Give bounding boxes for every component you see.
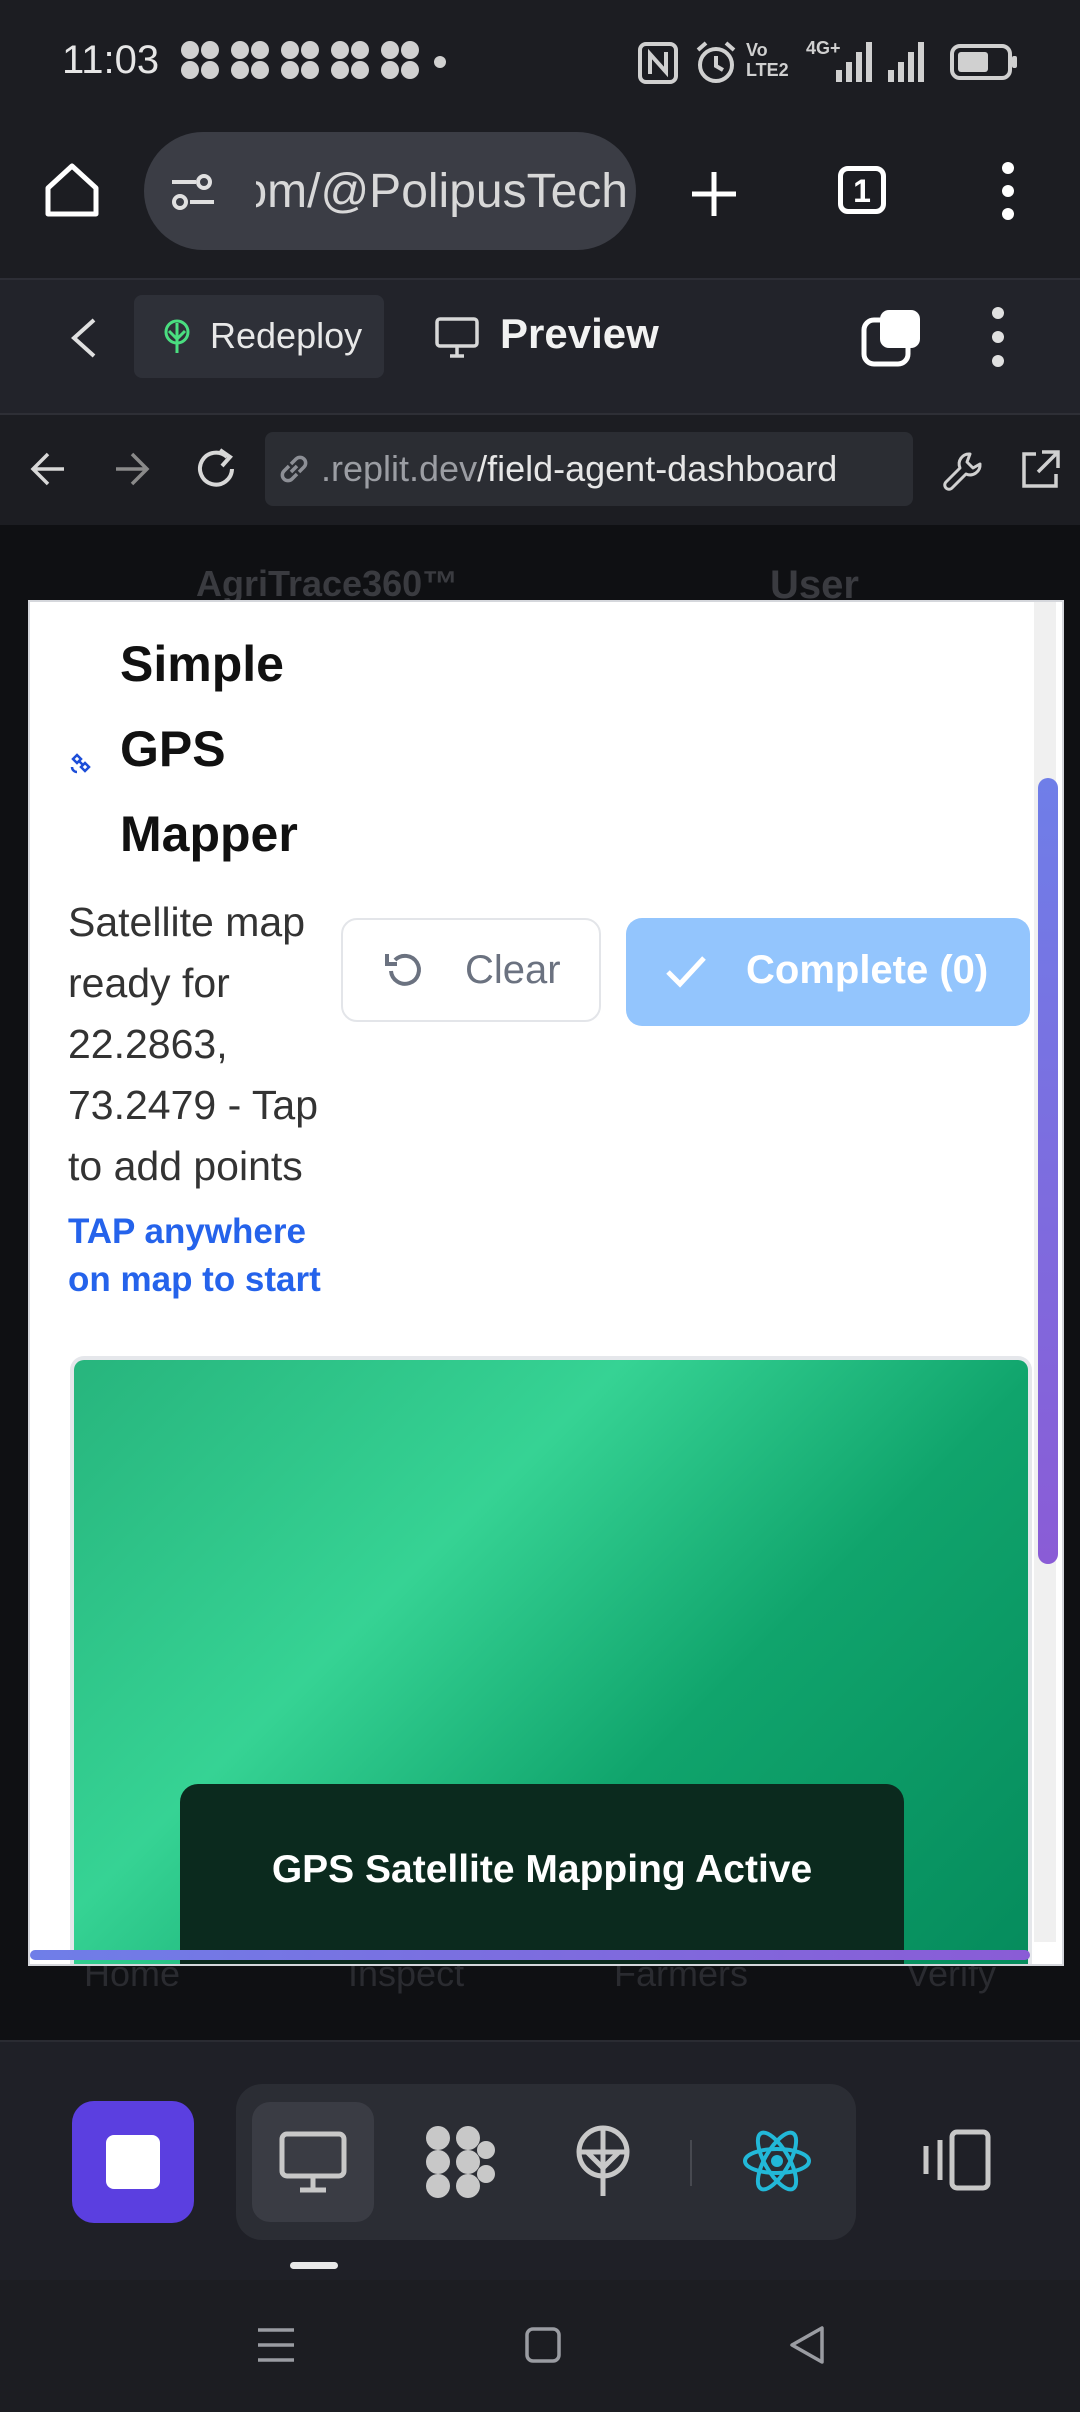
grid-app-icon [281,41,319,79]
site-settings-icon[interactable] [168,172,218,212]
browser-url-text[interactable]: om/@PolipusTech [256,164,628,219]
tap-hint: TAP anywhere on map to start [68,1208,321,1304]
mapper-status-text: Satellite map ready for 22.2863, 73.2479… [68,892,318,1197]
preview-tab[interactable]: Preview [500,310,659,358]
layout-icon[interactable] [918,2128,994,2192]
nfc-icon [638,42,678,84]
complete-button[interactable]: Complete (0) [626,918,1030,1026]
complete-label: Complete (0) [746,948,989,992]
status-app-icons [181,41,419,79]
reset-icon [385,953,421,986]
battery-icon [950,44,1017,80]
satellite-map[interactable]: GPS Satellite Mapping Active [70,1356,1032,1964]
clear-label: Clear [465,948,561,992]
dot-icon [434,56,446,68]
deploy-icon[interactable] [572,2124,634,2200]
deploy-tree-icon [164,319,190,353]
open-external-icon[interactable] [1018,448,1062,492]
redeploy-button[interactable]: Redeploy [134,295,384,378]
title-line: Mapper [120,806,298,862]
grid-app-icon [231,41,269,79]
grid-app-icon [331,41,369,79]
webview-tool-selected[interactable] [252,2102,374,2222]
tabs-stack-icon[interactable] [860,306,924,368]
webview-url[interactable]: .replit.dev/field-agent-dashboard [321,448,837,490]
menu-icon[interactable] [256,2326,296,2364]
tap-hint-line: on map to start [68,1260,321,1299]
monitor-icon [279,2131,347,2193]
preview-monitor-icon [435,317,479,358]
devtools-wrench-icon[interactable] [940,448,986,494]
home-icon[interactable] [42,160,102,220]
browser-menu-icon[interactable] [996,160,1020,222]
status-time: 11:03 [62,38,160,82]
reload-icon[interactable] [194,446,240,492]
link-icon [280,455,308,483]
toolbar-divider [690,2140,692,2186]
url-domain: .replit.dev [321,448,478,489]
shapes-icon[interactable] [420,2124,496,2200]
volte-icon: Vo LTE2 [746,40,789,80]
back-chevron-icon[interactable] [66,316,102,360]
status-line: Satellite map [68,899,306,945]
url-path: /field-agent-dashboard [477,448,838,489]
status-line: 22.2863, [68,1021,228,1067]
home-square-icon[interactable] [524,2326,562,2364]
modal-title: Simple GPS Mapper [120,622,298,877]
back-triangle-icon[interactable] [786,2324,826,2366]
react-icon[interactable] [742,2128,812,2194]
status-line: ready for [68,960,230,1006]
title-line: Simple [120,636,284,692]
clear-button[interactable]: Clear [341,918,601,1022]
redeploy-label: Redeploy [210,315,363,356]
modal-horizontal-scrollbar[interactable] [30,1950,1030,1960]
toolbar-indicator [290,2262,338,2269]
status-bar: 11:03 Vo LTE2 4G+ [0,0,1080,125]
replit-menu-icon[interactable] [988,306,1008,368]
gps-mapper-modal: Simple GPS Mapper Satellite map ready fo… [28,600,1064,1966]
nav-forward-icon[interactable] [112,450,152,488]
status-line: to add points [68,1143,303,1189]
check-icon [666,956,706,988]
new-tab-icon[interactable] [688,168,740,220]
stop-icon [106,2135,160,2189]
tap-hint-line: TAP anywhere [68,1212,306,1251]
app-name: AgriTrace360™ [196,563,459,604]
gps-status-overlay: GPS Satellite Mapping Active [180,1784,904,1964]
status-line: 73.2479 - Tap [68,1082,319,1128]
webview-address-bar[interactable]: .replit.dev/field-agent-dashboard [265,432,913,506]
alarm-icon [696,41,736,83]
grid-app-icon [381,41,419,79]
gps-overlay-title: GPS Satellite Mapping Active [271,1848,813,1891]
grid-app-icon [181,41,219,79]
nav-back-icon[interactable] [28,450,68,488]
browser-url-bar[interactable]: om/@PolipusTech [144,132,636,250]
title-line: GPS [120,721,226,777]
signal-icon [836,42,924,82]
tab-switcher-button[interactable]: 1 [838,166,886,214]
stop-button[interactable] [72,2101,194,2223]
satellite-icon [70,753,91,774]
modal-scrollbar[interactable] [1038,778,1058,1564]
